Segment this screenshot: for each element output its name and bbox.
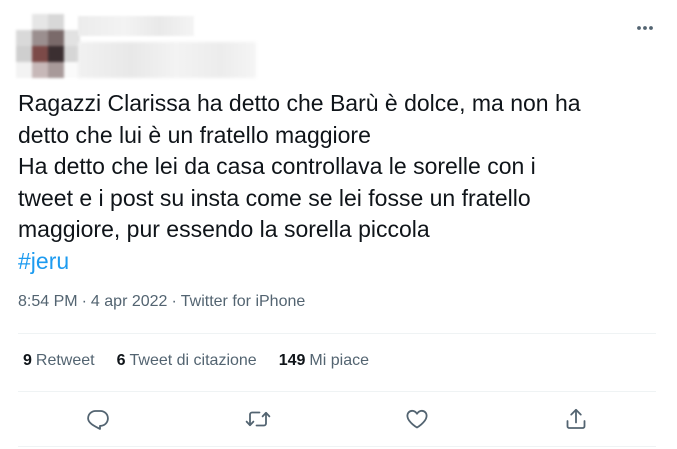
likes-stat[interactable]: 149 Mi piace: [279, 352, 369, 370]
quote-tweets-stat[interactable]: 6 Tweet di citazione: [117, 352, 257, 370]
author-name-blurred[interactable]: [78, 16, 194, 36]
tweet-text: Ragazzi Clarissa ha detto che Barù è dol…: [18, 88, 658, 277]
divider: [18, 333, 656, 334]
tweet-meta: 8:54 PM · 4 apr 2022 · Twitter for iPhone: [18, 293, 305, 311]
meta-separator: ·: [171, 293, 177, 310]
heart-icon: [406, 409, 428, 429]
author-handle-blurred: [78, 42, 256, 78]
tweet-actions: [0, 405, 677, 433]
divider: [18, 446, 656, 447]
reply-icon: [87, 410, 109, 430]
more-options-button[interactable]: [632, 16, 658, 40]
retweet-button[interactable]: [244, 405, 272, 433]
likes-label: Mi piace: [309, 352, 369, 369]
tweet-text-line: tweet e i post su insta come se lei foss…: [18, 184, 531, 211]
retweets-stat[interactable]: 9 Retweet: [23, 352, 95, 370]
share-button[interactable]: [562, 405, 590, 433]
tweet-text-line: Ragazzi Clarissa ha detto che Barù è dol…: [18, 90, 581, 116]
like-button[interactable]: [403, 405, 431, 433]
tweet-stats: 9 Retweet 6 Tweet di citazione 149 Mi piace: [23, 352, 391, 370]
tweet-text-line: maggiore, pur essendo la sorella piccola: [18, 216, 430, 242]
tweet-text-line: Ha detto che lei da casa controllava le …: [18, 153, 536, 179]
avatar[interactable]: [16, 14, 80, 78]
tweet-date[interactable]: 4 apr 2022: [91, 293, 168, 310]
reply-button[interactable]: [84, 405, 112, 433]
quote-tweets-count: 6: [116, 352, 126, 369]
likes-count: 149: [278, 352, 306, 369]
hashtag-link[interactable]: #jeru: [18, 246, 658, 278]
quote-tweets-label: Tweet di citazione: [129, 352, 257, 369]
tweet-card: Ragazzi Clarissa ha detto che Barù è dol…: [0, 0, 677, 449]
retweets-label: Retweet: [35, 352, 95, 369]
tweet-time[interactable]: 8:54 PM: [18, 293, 78, 310]
tweet-text-line: detto che lui è un fratello maggiore: [18, 121, 371, 148]
retweets-count: 9: [23, 352, 32, 369]
author-header-blurred[interactable]: [16, 14, 256, 78]
more-horizontal-icon: [637, 26, 653, 30]
retweet-icon: [245, 411, 271, 427]
divider: [18, 391, 656, 392]
meta-separator: ·: [81, 293, 87, 310]
tweet-source[interactable]: Twitter for iPhone: [181, 293, 306, 310]
share-icon: [566, 408, 586, 429]
